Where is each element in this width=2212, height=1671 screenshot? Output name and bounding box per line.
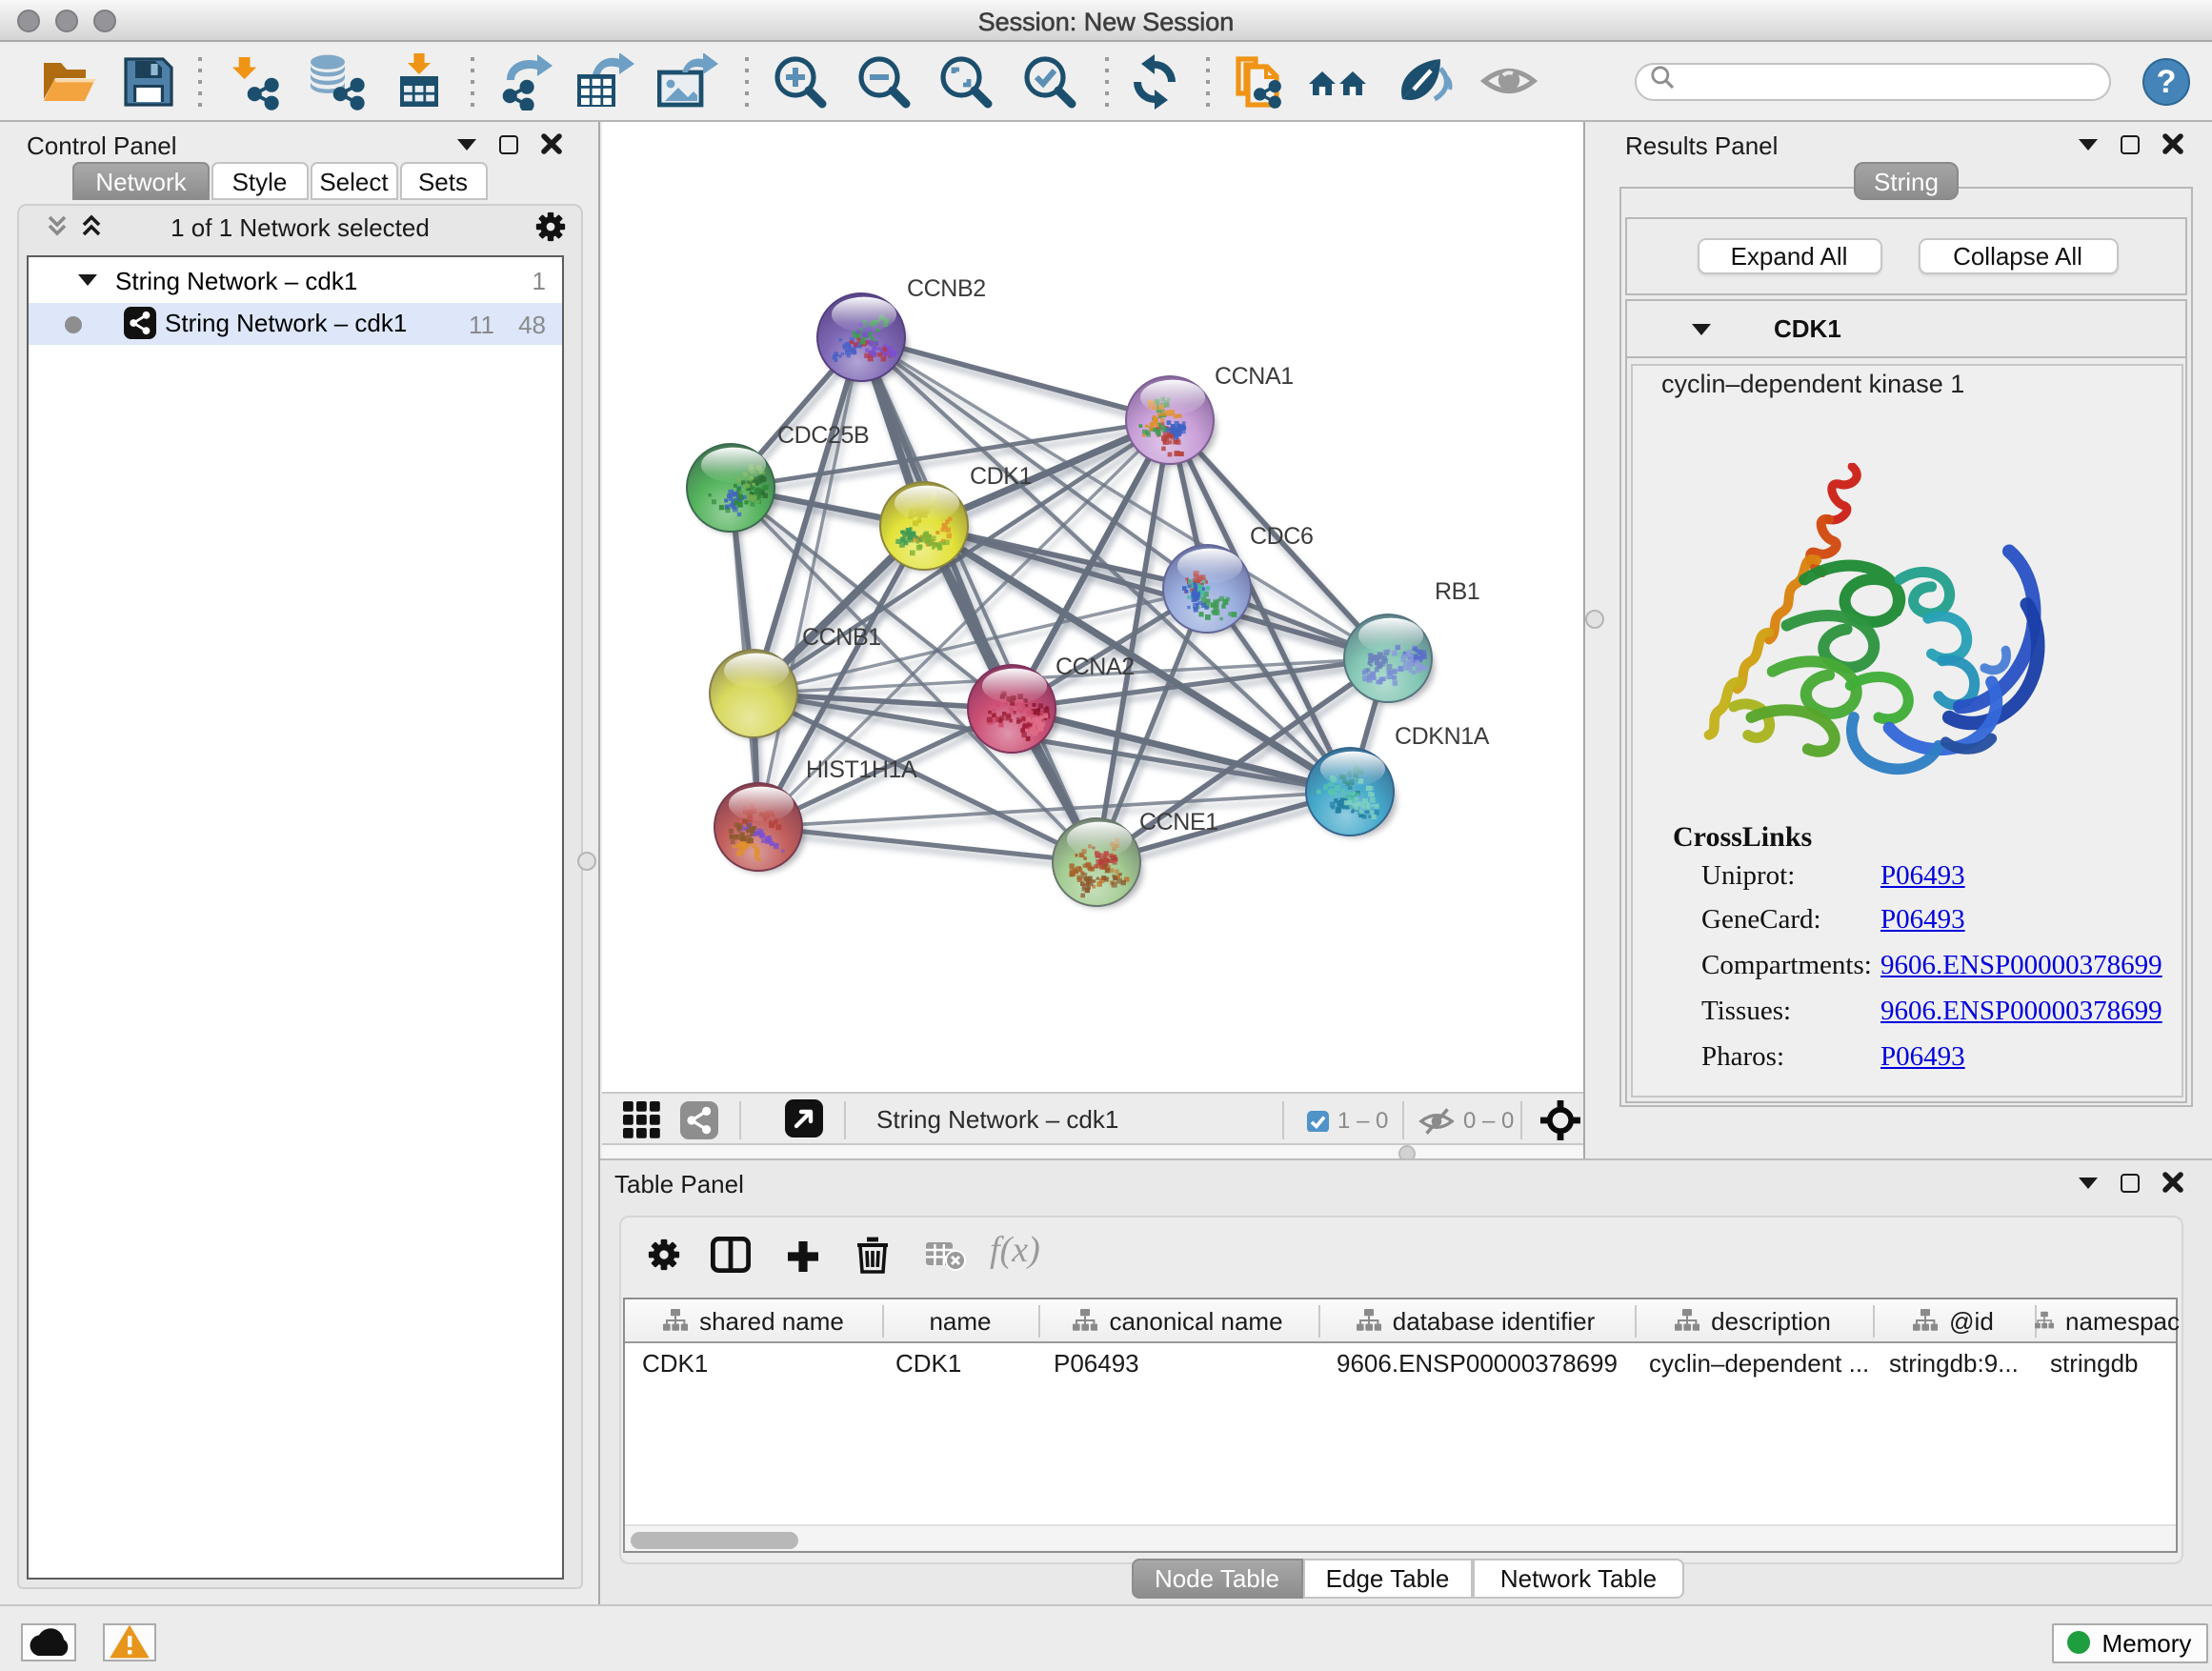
svg-text:CCNA1: CCNA1 [1215,363,1294,390]
svg-text:CCNB2: CCNB2 [907,275,986,302]
svg-text:CCNB1: CCNB1 [802,624,881,651]
svg-text:CDK1: CDK1 [970,463,1032,490]
svg-text:CDKN1A: CDKN1A [1395,723,1490,750]
svg-text:CCNE1: CCNE1 [1139,809,1218,836]
svg-text:CDC25B: CDC25B [777,422,869,449]
svg-text:CDC6: CDC6 [1250,523,1313,550]
svg-text:CCNA2: CCNA2 [1056,654,1135,680]
svg-text:RB1: RB1 [1435,578,1479,605]
svg-text:?: ? [2157,63,2177,99]
svg-text:HIST1H1A: HIST1H1A [806,756,917,783]
